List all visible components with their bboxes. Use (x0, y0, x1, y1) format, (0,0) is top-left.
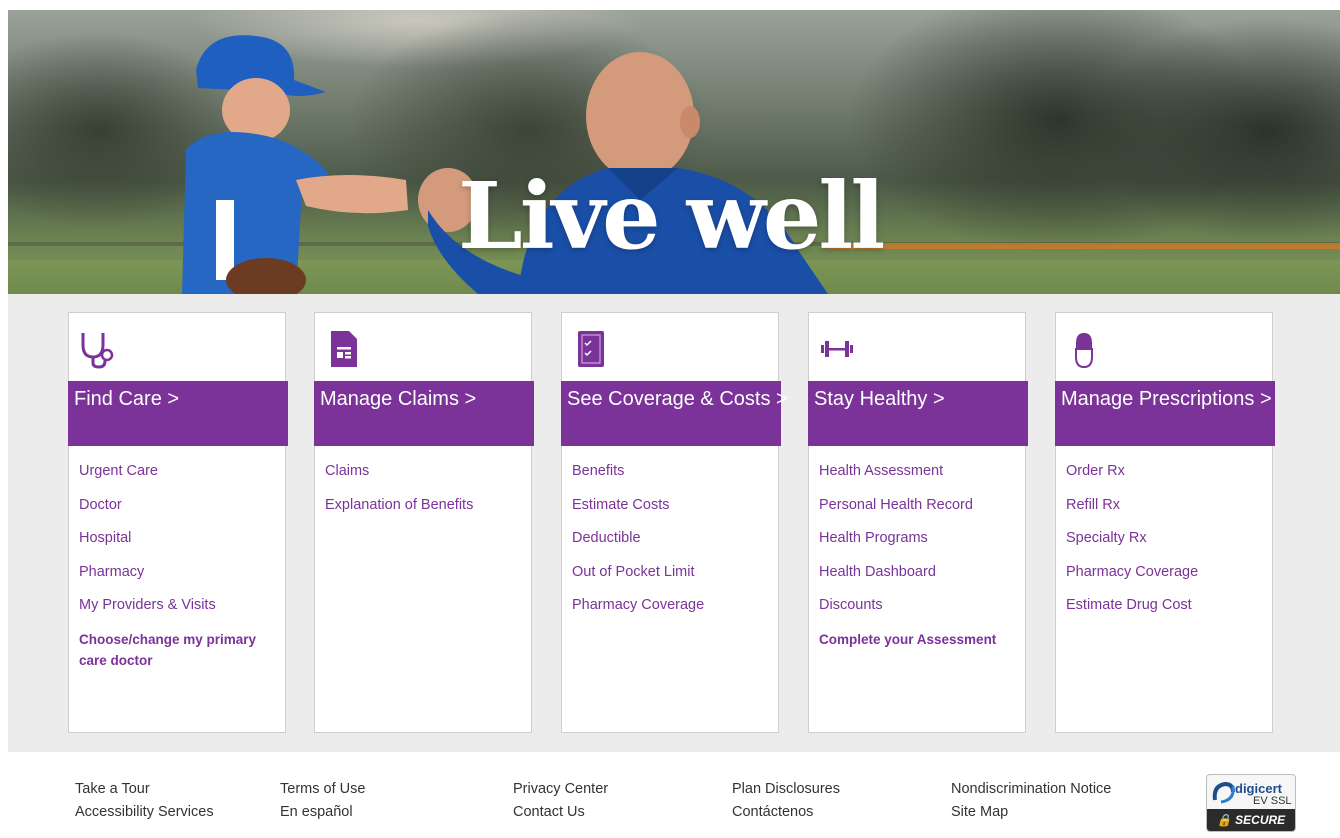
clipboard-check-icon (572, 329, 608, 369)
see-coverage-costs-heading: See Coverage & Costs > (567, 388, 788, 410)
link-health-dashboard[interactable]: Health Dashboard (819, 562, 1019, 596)
link-doctor[interactable]: Doctor (79, 495, 279, 529)
stay-healthy-heading: Stay Healthy > (814, 388, 945, 410)
see-coverage-costs-heading-link[interactable]: See Coverage & Costs > (561, 381, 788, 446)
footer-link-take-a-tour[interactable]: Take a Tour (75, 778, 214, 801)
manage-claims-heading: Manage Claims > (320, 388, 477, 410)
link-claims[interactable]: Claims (325, 461, 525, 495)
document-icon (325, 329, 361, 369)
link-specialty-rx[interactable]: Specialty Rx (1066, 528, 1266, 562)
link-estimate-drug-cost[interactable]: Estimate Drug Cost (1066, 595, 1266, 629)
link-estimate-costs[interactable]: Estimate Costs (572, 495, 772, 529)
footer-link-en-espanol[interactable]: En español (280, 801, 365, 824)
card-find-care: Find Care > Urgent Care Doctor Hospital … (68, 312, 288, 733)
link-pharmacy-coverage[interactable]: Pharmacy Coverage (572, 595, 772, 629)
footer-link-site-map[interactable]: Site Map (951, 801, 1111, 824)
link-health-programs[interactable]: Health Programs (819, 528, 1019, 562)
stethoscope-icon (79, 329, 115, 369)
footer-link-nondiscrimination-notice[interactable]: Nondiscrimination Notice (951, 778, 1111, 801)
hero-title: Live well (458, 162, 885, 270)
find-care-links: Urgent Care Doctor Hospital Pharmacy My … (79, 461, 279, 671)
hero-fence-rail (828, 243, 1340, 249)
footer-column-3: Privacy Center Contact Us (513, 778, 608, 824)
footer-link-plan-disclosures[interactable]: Plan Disclosures (732, 778, 840, 801)
footer-column-4: Plan Disclosures Contáctenos (732, 778, 840, 824)
manage-claims-links: Claims Explanation of Benefits (325, 461, 525, 528)
link-health-assessment[interactable]: Health Assessment (819, 461, 1019, 495)
lock-icon: 🔒 (1216, 813, 1232, 827)
badge-brand: digicert (1235, 781, 1282, 796)
footer-link-contactenos[interactable]: Contáctenos (732, 801, 840, 824)
link-personal-health-record[interactable]: Personal Health Record (819, 495, 1019, 529)
manage-claims-heading-link[interactable]: Manage Claims > (314, 381, 534, 446)
badge-secure-bar: 🔒 SECURE (1207, 809, 1295, 831)
link-complete-your-assessment[interactable]: Complete your Assessment (819, 629, 1019, 650)
link-pharmacy[interactable]: Pharmacy (79, 562, 279, 596)
link-order-rx[interactable]: Order Rx (1066, 461, 1266, 495)
link-refill-rx[interactable]: Refill Rx (1066, 495, 1266, 529)
card-stay-healthy: Stay Healthy > Health Assessment Persona… (808, 312, 1028, 733)
stay-healthy-heading-link[interactable]: Stay Healthy > (808, 381, 1028, 446)
link-benefits[interactable]: Benefits (572, 461, 772, 495)
link-urgent-care[interactable]: Urgent Care (79, 461, 279, 495)
see-coverage-costs-links: Benefits Estimate Costs Deductible Out o… (572, 461, 772, 629)
manage-prescriptions-heading: Manage Prescriptions > (1061, 388, 1272, 410)
link-discounts[interactable]: Discounts (819, 595, 1019, 629)
link-choose-primary-care-doctor[interactable]: Choose/change my primary care doctor (79, 629, 279, 671)
hero-banner: Live well (8, 10, 1340, 294)
dumbbell-icon (819, 329, 855, 369)
stay-healthy-links: Health Assessment Personal Health Record… (819, 461, 1019, 650)
card-see-coverage-costs: See Coverage & Costs > Benefits Estimate… (561, 312, 788, 733)
manage-prescriptions-links: Order Rx Refill Rx Specialty Rx Pharmacy… (1066, 461, 1266, 629)
card-manage-claims: Manage Claims > Claims Explanation of Be… (314, 312, 534, 733)
footer: Take a Tour Accessibility Services Terms… (0, 752, 1340, 838)
link-out-of-pocket-limit[interactable]: Out of Pocket Limit (572, 562, 772, 596)
manage-prescriptions-heading-link[interactable]: Manage Prescriptions > (1055, 381, 1275, 446)
find-care-heading: Find Care > (74, 388, 180, 410)
link-my-providers-visits[interactable]: My Providers & Visits (79, 595, 279, 629)
footer-column-1: Take a Tour Accessibility Services (75, 778, 214, 824)
footer-column-2: Terms of Use En español (280, 778, 365, 824)
footer-link-terms-of-use[interactable]: Terms of Use (280, 778, 365, 801)
footer-link-accessibility-services[interactable]: Accessibility Services (75, 801, 214, 824)
footer-link-contact-us[interactable]: Contact Us (513, 801, 608, 824)
link-pharmacy-coverage-rx[interactable]: Pharmacy Coverage (1066, 562, 1266, 596)
pill-capsule-icon (1066, 329, 1102, 369)
card-manage-prescriptions: Manage Prescriptions > Order Rx Refill R… (1055, 312, 1275, 733)
hero-child-figure (182, 35, 408, 294)
find-care-heading-link[interactable]: Find Care > (68, 381, 288, 446)
badge-top: digicert EV SSL (1207, 775, 1295, 809)
digicert-logo-icon (1212, 781, 1235, 804)
badge-secure-text: SECURE (1235, 813, 1286, 827)
link-explanation-of-benefits[interactable]: Explanation of Benefits (325, 495, 525, 529)
badge-type: EV SSL (1253, 795, 1292, 807)
footer-link-privacy-center[interactable]: Privacy Center (513, 778, 608, 801)
footer-column-5: Nondiscrimination Notice Site Map (951, 778, 1111, 824)
link-hospital[interactable]: Hospital (79, 528, 279, 562)
link-deductible[interactable]: Deductible (572, 528, 772, 562)
digicert-ev-ssl-badge[interactable]: digicert EV SSL 🔒 SECURE (1206, 774, 1296, 832)
